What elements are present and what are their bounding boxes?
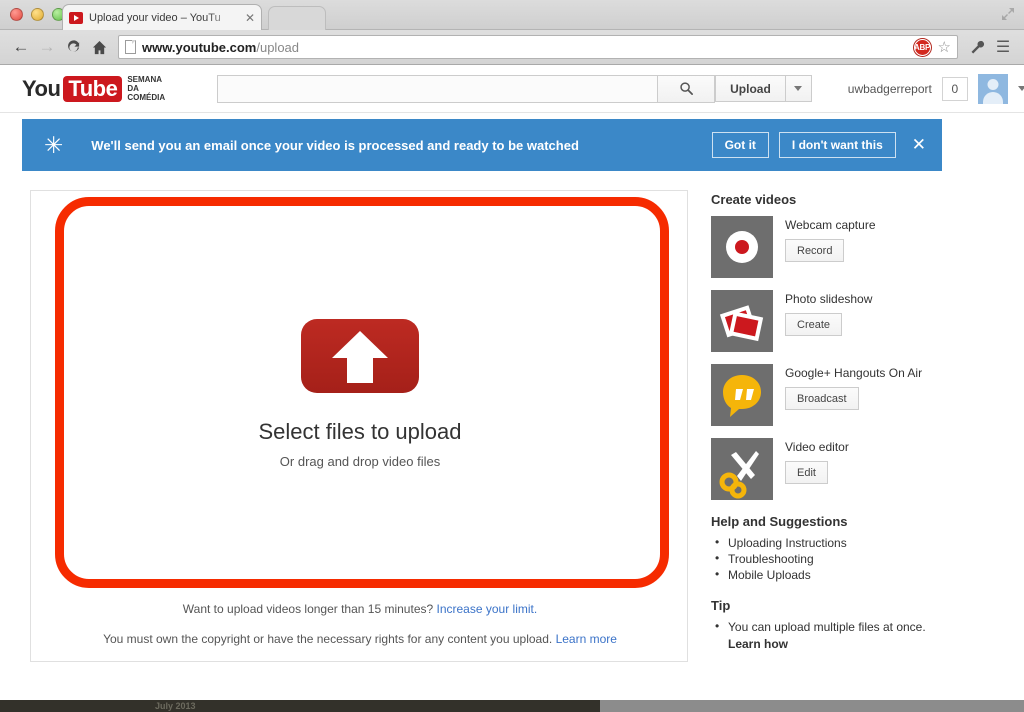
home-button[interactable]	[86, 34, 112, 60]
sidebar: Create videos Webcam capture Record Phot…	[711, 192, 991, 652]
record-dot-icon	[711, 216, 773, 278]
window-controls[interactable]	[10, 8, 65, 21]
page-info-icon	[125, 40, 136, 54]
video-editor-label: Video editor	[785, 438, 849, 454]
close-window-button[interactable]	[10, 8, 23, 21]
learn-how-link[interactable]: Learn how	[728, 636, 991, 652]
tip-text: You can upload multiple files at once.	[728, 620, 926, 634]
search-input[interactable]	[217, 75, 657, 103]
taskbar-date-text: July 2013	[155, 700, 196, 712]
logo-tube-text: Tube	[63, 76, 122, 102]
photo-slideshow-label: Photo slideshow	[785, 290, 872, 306]
copyright-note-text: You must own the copyright or have the n…	[103, 632, 556, 646]
screen: Upload your video – YouTu ✕ ← → www.yout…	[0, 0, 1024, 712]
webcam-capture-label: Webcam capture	[785, 216, 876, 232]
arrow-up-glyph	[331, 331, 389, 383]
account-username[interactable]: uwbadgerreport	[848, 82, 932, 96]
chevron-down-icon	[794, 86, 802, 91]
create-videos-heading: Create videos	[711, 192, 991, 207]
url-domain: www.youtube.com	[142, 40, 256, 55]
close-tab-button[interactable]: ✕	[245, 11, 255, 25]
logo-campaign-line2: COMÉDIA	[127, 93, 165, 102]
taskbar-light-section	[600, 700, 1024, 712]
bookmark-star-icon[interactable]: ☆	[938, 38, 951, 56]
notification-count-badge[interactable]: 0	[942, 77, 968, 101]
search-form	[217, 75, 715, 103]
scissors-icon	[711, 438, 773, 500]
reload-button[interactable]	[60, 34, 86, 60]
banner-actions: Got it I don't want this ✕	[712, 132, 926, 158]
tab-title: Upload your video – YouTu	[89, 12, 239, 24]
youtube-masthead: You Tube SEMANA DA COMÉDIA Upload uwbadg…	[0, 65, 1024, 113]
back-button[interactable]: ←	[8, 34, 34, 60]
create-slideshow-button[interactable]: Create	[785, 313, 842, 336]
upload-panel: Select files to upload Or drag and drop …	[30, 190, 688, 662]
tip-heading: Tip	[711, 598, 991, 613]
email-notification-banner: ✳ We'll send you an email once your vide…	[22, 119, 942, 171]
masthead-right: Upload uwbadgerreport 0	[715, 74, 1024, 104]
copyright-note: You must own the copyright or have the n…	[31, 632, 689, 646]
youtube-favicon	[69, 12, 83, 24]
logo-campaign-line1: SEMANA DA	[127, 75, 161, 93]
new-tab-button[interactable]	[268, 6, 326, 30]
adblock-icon[interactable]: ABP	[914, 39, 931, 56]
learn-more-link[interactable]: Learn more	[556, 632, 617, 646]
edit-button[interactable]: Edit	[785, 461, 828, 484]
upload-dropdown-button[interactable]	[786, 75, 812, 102]
desktop-taskbar: July 2013	[0, 700, 1024, 712]
sidebar-item-photo-slideshow: Photo slideshow Create	[711, 290, 991, 352]
record-button[interactable]: Record	[785, 239, 844, 262]
url-path: /upload	[256, 40, 299, 55]
sparkle-icon: ✳	[44, 134, 63, 157]
tip-list: You can upload multiple files at once. L…	[711, 619, 991, 652]
logo-you-text: You	[22, 76, 60, 102]
help-links-list: Uploading Instructions Troubleshooting M…	[711, 535, 991, 583]
dropzone-subtitle: Or drag and drop video files	[280, 454, 440, 469]
hangouts-label: Google+ Hangouts On Air	[785, 364, 922, 380]
increase-limit-link[interactable]: Increase your limit.	[437, 602, 538, 616]
dont-want-this-button[interactable]: I don't want this	[779, 132, 896, 158]
sidebar-item-webcam-capture: Webcam capture Record	[711, 216, 991, 278]
sidebar-item-video-editor: Video editor Edit	[711, 438, 991, 500]
dropzone-title: Select files to upload	[258, 419, 461, 445]
wrench-icon[interactable]	[964, 40, 990, 55]
browser-menu-icon[interactable]: ☰	[990, 37, 1016, 57]
youtube-logo[interactable]: You Tube SEMANA DA COMÉDIA	[22, 75, 165, 102]
file-dropzone[interactable]: Select files to upload Or drag and drop …	[31, 191, 689, 597]
photo-stack-icon	[711, 290, 773, 352]
banner-message: We'll send you an email once your video …	[91, 138, 579, 153]
account-chevron-down-icon[interactable]	[1018, 86, 1024, 91]
broadcast-button[interactable]: Broadcast	[785, 387, 859, 410]
logo-campaign-text: SEMANA DA COMÉDIA	[127, 75, 165, 102]
duration-note-text: Want to upload videos longer than 15 min…	[183, 602, 437, 616]
search-button[interactable]	[657, 75, 715, 103]
browser-tab[interactable]: Upload your video – YouTu ✕	[62, 4, 262, 30]
browser-toolbar: ← → www.youtube.com/upload ABP ☆ ☰	[0, 30, 1024, 64]
avatar[interactable]	[978, 74, 1008, 104]
close-icon[interactable]: ✕	[912, 135, 926, 155]
minimize-window-button[interactable]	[31, 8, 44, 21]
address-bar[interactable]: www.youtube.com/upload ABP ☆	[118, 35, 958, 59]
hangouts-quote-icon	[711, 364, 773, 426]
upload-arrow-icon	[301, 319, 419, 393]
taskbar-dark-section	[0, 700, 600, 712]
address-bar-url: www.youtube.com/upload	[142, 40, 299, 55]
upload-button[interactable]: Upload	[715, 75, 786, 102]
got-it-button[interactable]: Got it	[712, 132, 769, 158]
forward-button[interactable]: →	[34, 34, 60, 60]
tab-strip: Upload your video – YouTu ✕	[0, 0, 1024, 30]
browser-chrome: Upload your video – YouTu ✕ ← → www.yout…	[0, 0, 1024, 65]
duration-note: Want to upload videos longer than 15 min…	[31, 602, 689, 616]
help-link-uploading-instructions[interactable]: Uploading Instructions	[711, 535, 991, 551]
help-link-troubleshooting[interactable]: Troubleshooting	[711, 551, 991, 567]
sidebar-item-hangouts: Google+ Hangouts On Air Broadcast	[711, 364, 991, 426]
tip-item: You can upload multiple files at once. L…	[711, 619, 991, 652]
help-heading: Help and Suggestions	[711, 514, 991, 529]
help-link-mobile-uploads[interactable]: Mobile Uploads	[711, 567, 991, 583]
fullscreen-icon[interactable]	[1000, 6, 1016, 22]
